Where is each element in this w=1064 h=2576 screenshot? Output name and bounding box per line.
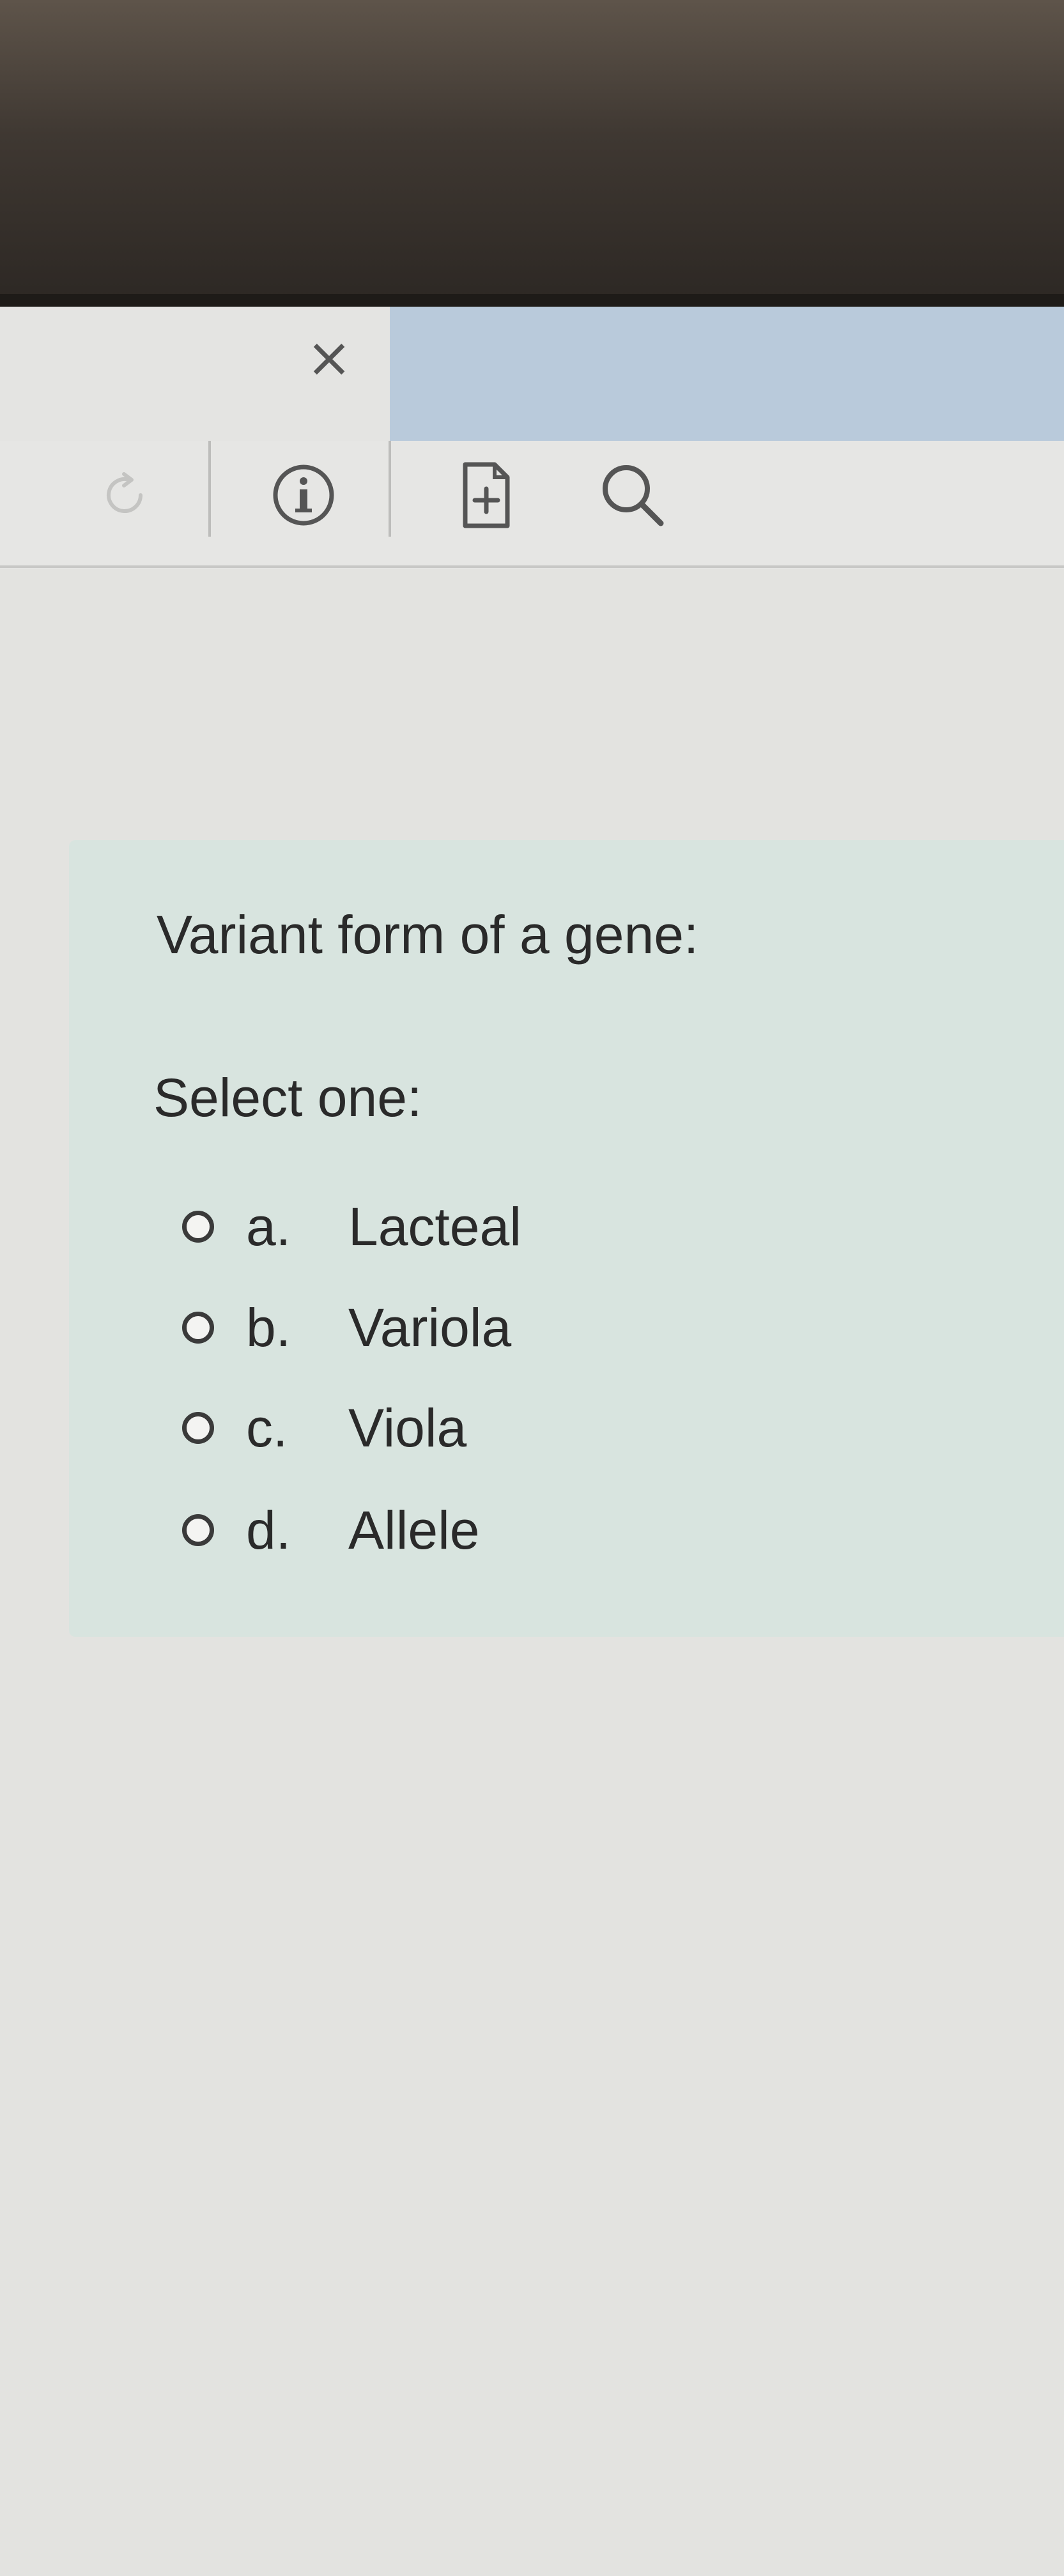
- select-one-prompt: Select one:: [153, 1068, 422, 1128]
- option-label: Variola: [348, 1297, 512, 1358]
- answer-option-b[interactable]: b. Variola: [182, 1289, 511, 1366]
- option-label: Viola: [348, 1397, 467, 1458]
- add-page-icon[interactable]: [444, 454, 527, 537]
- option-letter: c.: [246, 1397, 288, 1458]
- toolbar-separator: [208, 441, 211, 537]
- toolbar-separator: [389, 441, 391, 537]
- toolbar-divider: [0, 565, 1064, 568]
- active-tab[interactable]: [390, 307, 1064, 441]
- monitor-bezel: [0, 0, 1064, 300]
- radio-button-a[interactable]: [182, 1211, 214, 1243]
- reload-icon[interactable]: [83, 454, 166, 537]
- answer-option-a[interactable]: a. Lacteal: [182, 1188, 521, 1265]
- question-text: Variant form of a gene:: [157, 905, 699, 965]
- option-label: Allele: [348, 1499, 480, 1560]
- info-icon[interactable]: [262, 454, 345, 537]
- radio-button-c[interactable]: [182, 1412, 214, 1444]
- option-letter: d.: [246, 1499, 291, 1560]
- radio-button-b[interactable]: [182, 1312, 214, 1344]
- radio-button-d[interactable]: [182, 1514, 214, 1546]
- answer-option-c[interactable]: c. Viola: [182, 1390, 466, 1466]
- answer-option-d[interactable]: d. Allele: [182, 1492, 479, 1568]
- search-icon[interactable]: [591, 454, 674, 537]
- option-label: Lacteal: [348, 1196, 521, 1257]
- monitor-bezel-edge: [0, 294, 1064, 307]
- close-icon[interactable]: ×: [300, 326, 358, 390]
- option-letter: b.: [246, 1297, 291, 1358]
- option-letter: a.: [246, 1196, 291, 1257]
